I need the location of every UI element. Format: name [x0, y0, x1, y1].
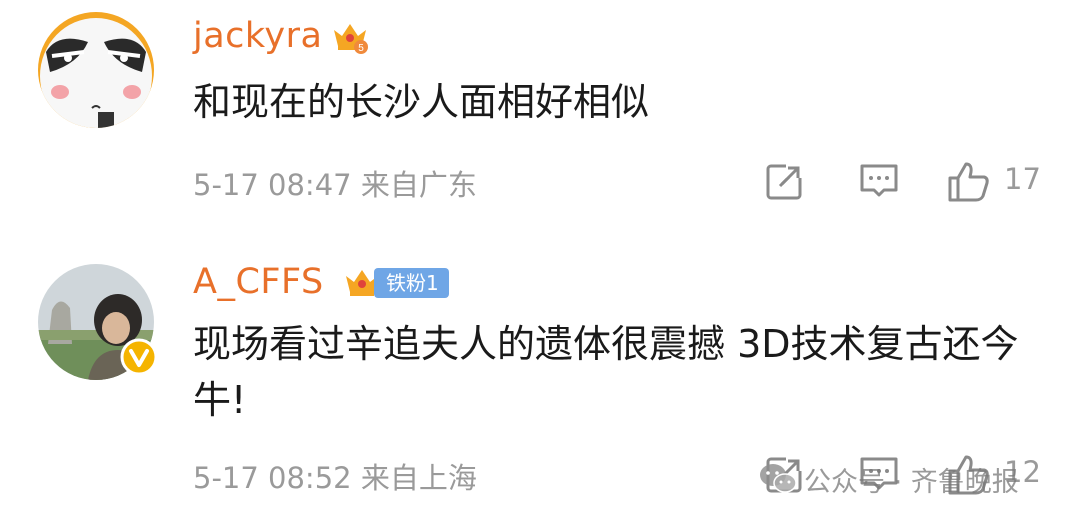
watermark-text: 公众号 · 齐鲁晚报: [804, 466, 1019, 498]
share-icon[interactable]: [764, 160, 806, 202]
fan-badge: 铁粉1: [374, 268, 449, 298]
watermark: 公众号 · 齐鲁晚报: [758, 455, 1019, 503]
username[interactable]: A_CFFS: [193, 262, 324, 302]
comment-text: 和现在的长沙人面相好相似: [193, 80, 650, 124]
comment-meta: 5-17 08:47 来自广东: [193, 168, 477, 202]
username[interactable]: jackyra: [193, 16, 323, 56]
thumbs-up-icon[interactable]: [946, 158, 989, 202]
comment-item: jackyra 5 和现在的长沙人面相好相似 5-17 08:47 来自广东 1…: [0, 0, 1080, 262]
crown-icon: 5: [330, 16, 370, 56]
svg-text:5: 5: [358, 43, 364, 54]
verified-badge-icon: [120, 338, 158, 376]
comment-icon[interactable]: [858, 160, 900, 202]
like-count: 17: [1004, 162, 1041, 196]
comment-meta: 5-17 08:52 来自上海: [193, 461, 477, 495]
wechat-logo-icon: [758, 461, 798, 497]
avatar[interactable]: [38, 12, 154, 128]
comment-text: 现场看过辛追夫人的遗体很震撼 3D技术复古还今 牛!: [193, 322, 1019, 422]
